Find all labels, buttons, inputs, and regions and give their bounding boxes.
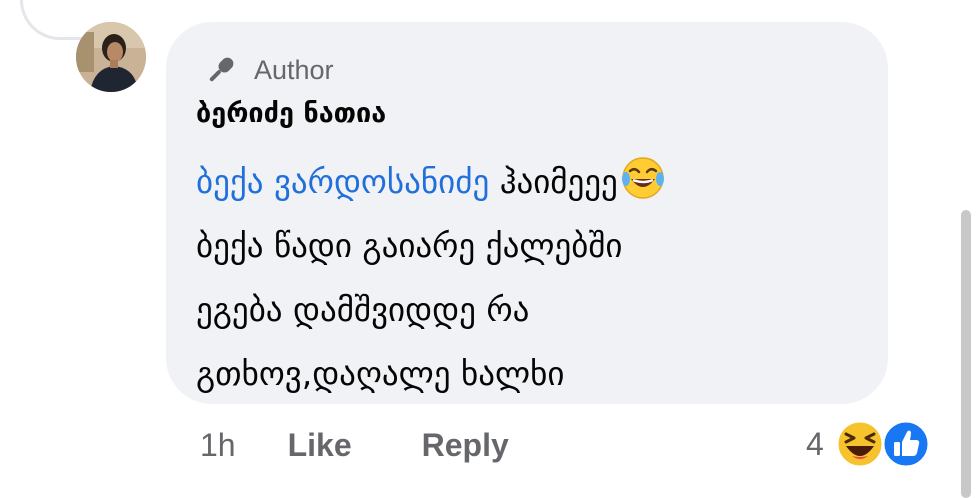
reaction-count: 4 — [806, 425, 824, 462]
comment-timestamp[interactable]: 1h — [200, 427, 236, 464]
avatar[interactable] — [76, 22, 146, 92]
haha-reaction-icon — [834, 418, 886, 470]
like-button[interactable]: Like — [288, 427, 352, 464]
commenter-name[interactable]: ბერიძე ნათია — [196, 98, 386, 129]
comment-actions: 1h Like Reply — [200, 420, 509, 470]
mention-link[interactable]: ბექა ვარდოსანიძე — [196, 162, 489, 201]
comment-line-1: ბექა ვარდოსანიძე ჰაიმეეე — [196, 150, 876, 214]
scrollbar[interactable] — [961, 210, 971, 498]
microphone-icon — [204, 53, 238, 87]
author-badge: Author — [204, 50, 334, 90]
comment-line-4: გთხოვ,დაღალე ხალხი — [196, 354, 565, 393]
author-badge-label: Author — [254, 54, 334, 85]
comment-bubble: Author ბერიძე ნათია ბექა ვარდოსანიძე ჰაი… — [166, 22, 888, 404]
comment-line-2: ბექა წადი გაიარე ქალებში — [196, 226, 623, 265]
reaction-summary[interactable]: 4 — [806, 416, 934, 472]
reaction-icons — [834, 416, 934, 472]
laughing-tears-emoji-icon — [620, 155, 666, 201]
comment-text: ბექა ვარდოსანიძე ჰაიმეეე ბექა წადი გაიარ… — [196, 150, 876, 406]
reply-button[interactable]: Reply — [422, 427, 509, 464]
avatar-photo — [76, 22, 146, 92]
comment-line-3: ეგება დამშვიდდე რა — [196, 290, 530, 329]
comment-line-1-text: ჰაიმეეე — [489, 162, 618, 201]
like-reaction-icon — [880, 418, 932, 470]
comment-screen: Author ბერიძე ნათია ბექა ვარდოსანიძე ჰაი… — [0, 0, 978, 498]
